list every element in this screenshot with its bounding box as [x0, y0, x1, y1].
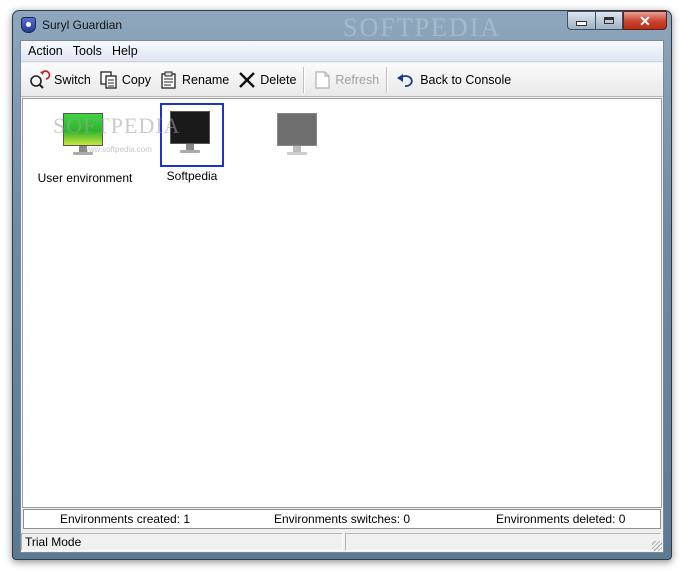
title-bar[interactable]: Suryl Guardian SOFTPEDIA ✕	[13, 11, 671, 42]
close-icon: ✕	[639, 12, 651, 29]
environments-switches: Environments switches: 0	[274, 512, 411, 526]
close-button[interactable]: ✕	[623, 11, 667, 30]
toolbar-separator	[386, 66, 389, 93]
menu-action[interactable]: Action	[23, 44, 68, 58]
refresh-button[interactable]: Refresh	[308, 67, 383, 93]
status-pane-empty	[345, 533, 661, 551]
status-bar: Trial Mode	[21, 532, 663, 552]
maximize-button[interactable]	[595, 11, 623, 30]
minimize-icon	[576, 21, 587, 26]
menu-bar: Action Tools Help	[21, 41, 663, 62]
title-watermark: SOFTPEDIA	[343, 13, 502, 42]
softpedia-url-watermark: www.softpedia.com	[83, 145, 152, 154]
monitor-gray-icon	[267, 105, 331, 169]
switch-button[interactable]: Switch	[25, 67, 95, 93]
status-pane-mode: Trial Mode	[21, 533, 343, 551]
maximize-icon	[604, 17, 614, 24]
window-title: Suryl Guardian	[42, 18, 123, 32]
menu-help[interactable]: Help	[107, 44, 143, 58]
environments-deleted: Environments deleted: 0	[496, 512, 626, 526]
environment-item-softpedia[interactable]: Softpedia	[137, 103, 247, 183]
back-to-console-button[interactable]: Back to Console	[391, 67, 515, 93]
toolbar: Switch Copy Rename Delete Refresh Back t…	[21, 63, 663, 97]
app-window: Suryl Guardian SOFTPEDIA ✕ Action Tools …	[12, 10, 672, 560]
delete-button[interactable]: Delete	[233, 67, 300, 93]
client-area: Action Tools Help Switch Copy Rename Del…	[20, 40, 664, 553]
back-to-console-label: Back to Console	[420, 72, 512, 87]
delete-label: Delete	[260, 72, 297, 87]
monitor-black-icon	[160, 103, 224, 167]
rename-icon	[161, 71, 176, 89]
environments-created: Environments created: 1	[60, 512, 191, 526]
statistics-bar: Environments created: 1 Environments swi…	[23, 509, 661, 529]
environment-label: User environment	[37, 171, 133, 185]
trial-mode-text: Trial Mode	[25, 535, 82, 549]
minimize-button[interactable]	[567, 11, 595, 30]
switch-icon	[30, 69, 51, 89]
caption-buttons: ✕	[567, 11, 667, 31]
rename-button[interactable]: Rename	[155, 67, 233, 93]
refresh-page-icon	[315, 70, 331, 89]
environments-view: User environment Softpedia SOFTPEDIA www…	[22, 98, 662, 508]
rename-label: Rename	[182, 72, 230, 87]
copy-label: Copy	[121, 72, 152, 87]
refresh-label: Refresh	[335, 72, 380, 87]
environment-label: Softpedia	[166, 169, 218, 183]
back-arrow-icon	[397, 73, 413, 87]
menu-tools[interactable]: Tools	[68, 44, 107, 58]
resize-grip-icon[interactable]	[652, 541, 662, 551]
shield-icon[interactable]	[21, 17, 36, 33]
environment-item-unnamed[interactable]	[244, 105, 354, 171]
copy-button[interactable]: Copy	[95, 67, 155, 93]
copy-icon	[100, 70, 117, 89]
switch-label: Switch	[54, 72, 91, 87]
toolbar-separator	[303, 66, 306, 93]
delete-x-icon	[239, 71, 256, 88]
monitor-green-icon	[53, 105, 117, 169]
